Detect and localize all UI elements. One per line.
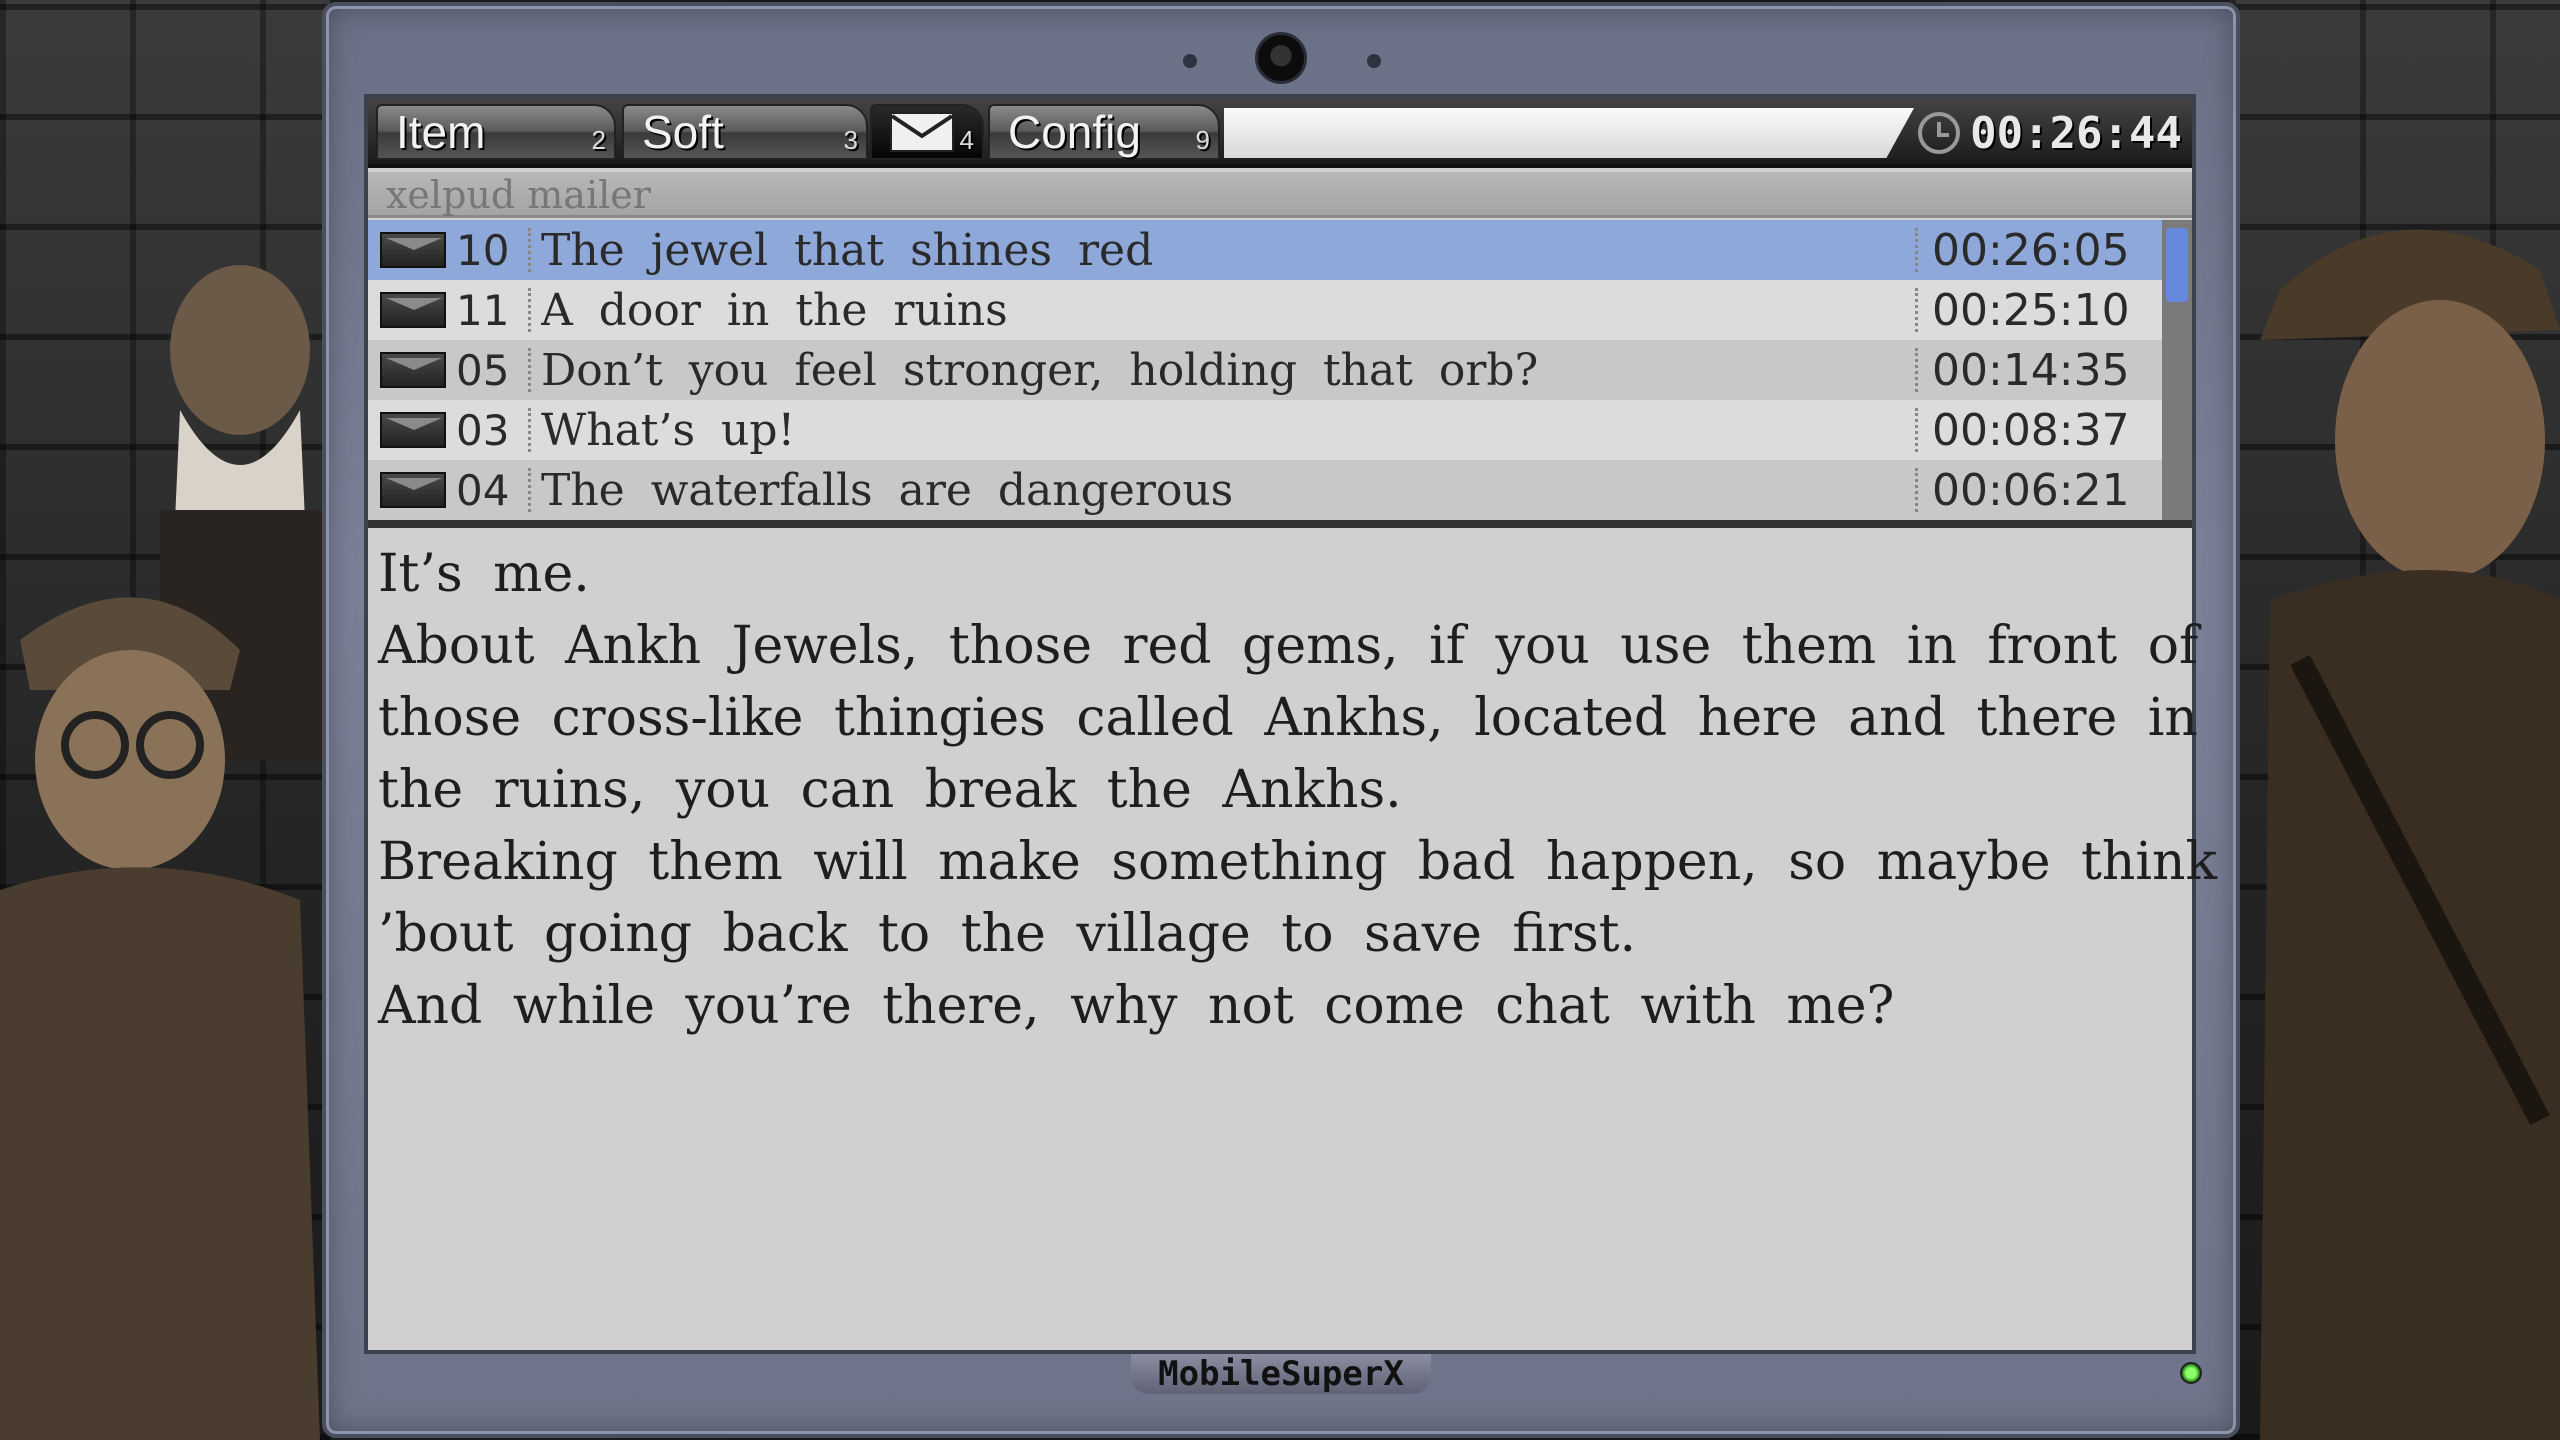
play-time-value: 00:26:44 <box>1970 107 2182 159</box>
envelope-icon <box>380 232 446 268</box>
mail-row[interactable]: 04 The waterfalls are dangerous 00:06:21 <box>368 460 2162 520</box>
mail-envelope-icon <box>890 112 954 152</box>
mail-number: 03 <box>456 405 510 455</box>
mail-body-line: those cross-like thingies called Ankhs, … <box>378 688 2198 748</box>
camera-lens-icon <box>1255 32 1307 84</box>
mail-row[interactable]: 10 The jewel that shines red 00:26:05 <box>368 220 2162 280</box>
mobile-device-frame: Item 2 Soft 3 4 Config 9 00:26:44 xelpud… <box>322 2 2240 1438</box>
mail-body-line: the ruins, you can break the Ankhs. <box>378 760 1402 820</box>
tab-config[interactable]: Config 9 <box>988 104 1220 160</box>
mail-time: 00:25:10 <box>1932 284 2130 336</box>
tab-config-shortcut: 9 <box>1195 125 1210 155</box>
camera-dot-right <box>1367 54 1381 68</box>
camera-dot-left <box>1183 54 1197 68</box>
tab-item-label: Item <box>396 106 486 158</box>
mail-body: It’s me. About Ankh Jewels, those red ge… <box>378 538 2218 1042</box>
mailer-title: xelpud mailer <box>368 172 2192 218</box>
device-brand-label: MobileSuperX <box>1131 1354 1431 1394</box>
tab-mail[interactable]: 4 <box>870 104 984 160</box>
device-screen: Item 2 Soft 3 4 Config 9 00:26:44 xelpud… <box>364 94 2218 1354</box>
mail-body-line: It’s me. <box>378 544 590 604</box>
play-time-clock: 00:26:44 <box>1918 106 2182 160</box>
mail-body-line: ’bout going back to the village to save … <box>378 904 1637 964</box>
row-divider <box>528 408 531 452</box>
mail-body-line: About Ankh Jewels, those red gems, if yo… <box>378 616 2199 676</box>
row-divider <box>528 228 531 272</box>
mail-row[interactable]: 03 What’s up! 00:08:37 <box>368 400 2162 460</box>
tab-bar-strip <box>1224 108 1914 158</box>
mail-time: 00:08:37 <box>1932 404 2130 456</box>
mail-row[interactable]: 11 A door in the ruins 00:25:10 <box>368 280 2162 340</box>
tab-soft-label: Soft <box>642 106 724 158</box>
list-body-divider <box>368 520 2192 528</box>
glasses-character-portrait <box>0 560 320 1440</box>
envelope-icon <box>380 292 446 328</box>
mail-list: 10 The jewel that shines red 00:26:05 11… <box>368 220 2162 520</box>
row-divider <box>1915 408 1918 452</box>
mail-subject: The jewel that shines red <box>541 224 1154 276</box>
status-led-icon <box>2180 1362 2202 1384</box>
row-divider <box>528 288 531 332</box>
tab-soft[interactable]: Soft 3 <box>622 104 868 160</box>
mail-number: 10 <box>456 225 510 275</box>
mail-row[interactable]: 05 Don’t you feel stronger, holding that… <box>368 340 2162 400</box>
tab-soft-shortcut: 3 <box>843 125 858 155</box>
row-divider <box>1915 228 1918 272</box>
scrollbar-thumb[interactable] <box>2166 228 2188 302</box>
tab-mail-shortcut: 4 <box>959 125 974 155</box>
clock-icon <box>1918 112 1961 154</box>
envelope-icon <box>380 412 446 448</box>
row-divider <box>528 468 531 512</box>
mail-number: 11 <box>456 285 510 335</box>
mail-body-line: And while you’re there, why not come cha… <box>378 976 1895 1036</box>
row-divider <box>528 348 531 392</box>
mail-time: 00:14:35 <box>1932 344 2130 396</box>
row-divider <box>1915 468 1918 512</box>
mail-time: 00:26:05 <box>1932 224 2130 276</box>
tab-item-shortcut: 2 <box>591 125 606 155</box>
mail-number: 05 <box>456 345 510 395</box>
mail-time: 00:06:21 <box>1932 464 2130 516</box>
tab-config-label: Config <box>1008 106 1141 158</box>
row-divider <box>1915 288 1918 332</box>
mail-list-scrollbar[interactable] <box>2162 220 2192 520</box>
mail-number: 04 <box>456 465 510 515</box>
mail-subject: Don’t you feel stronger, holding that or… <box>541 344 1539 396</box>
mail-subject: A door in the ruins <box>541 284 1008 336</box>
row-divider <box>1915 348 1918 392</box>
tab-bar: Item 2 Soft 3 4 Config 9 00:26:44 <box>368 98 2192 168</box>
mail-body-line: Breaking them will make something bad ha… <box>378 832 2218 892</box>
mail-subject: What’s up! <box>541 404 796 456</box>
explorer-character-portrait <box>2240 140 2560 1440</box>
envelope-icon <box>380 472 446 508</box>
mail-subject: The waterfalls are dangerous <box>541 464 1234 516</box>
tab-item[interactable]: Item 2 <box>376 104 616 160</box>
envelope-icon <box>380 352 446 388</box>
